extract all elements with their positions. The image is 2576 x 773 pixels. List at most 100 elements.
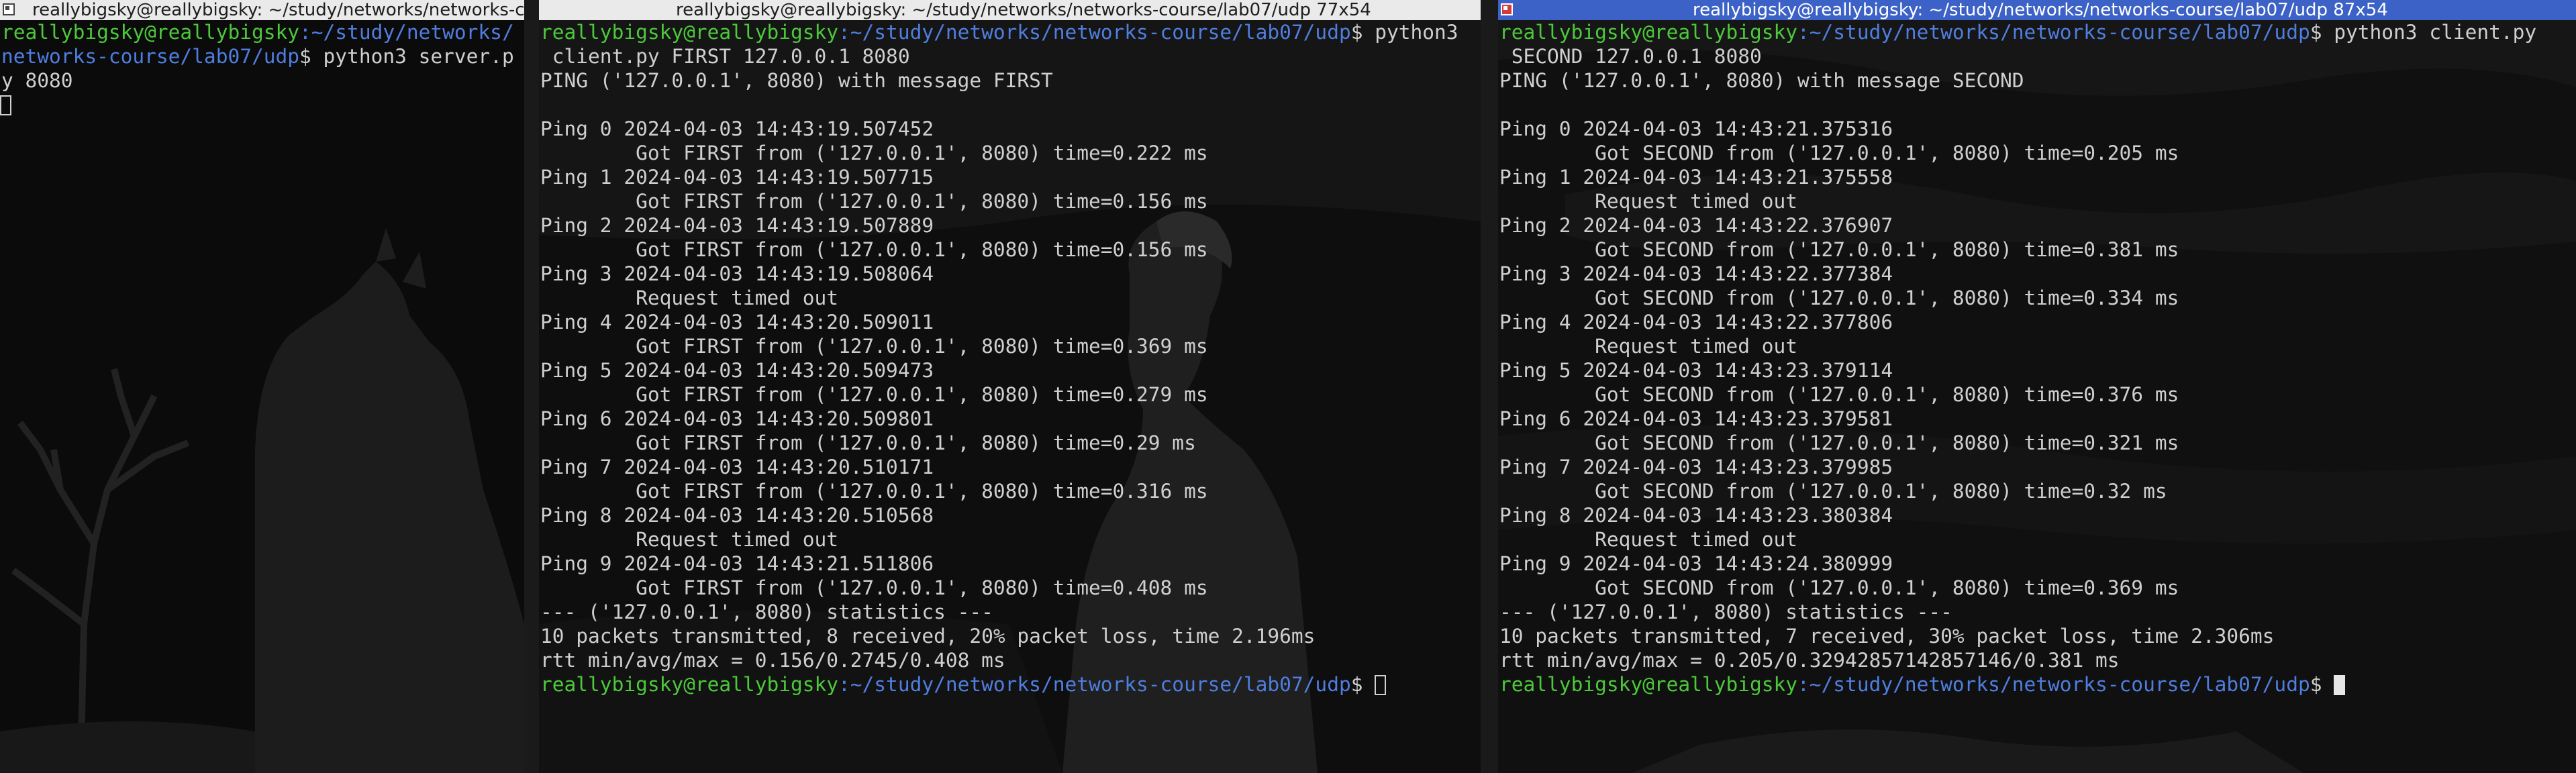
terminal-line: Got FIRST from ('127.0.0.1', 8080) time=… xyxy=(539,238,1481,262)
terminal-line: networks-course/lab07/udp$ python3 serve… xyxy=(0,44,524,68)
terminal-line: Ping 4 2024-04-03 14:43:22.377806 xyxy=(1498,310,2576,334)
terminal-line: rtt min/avg/max = 0.205/0.32942857142857… xyxy=(1498,648,2576,672)
terminal-line: Got FIRST from ('127.0.0.1', 8080) time=… xyxy=(539,431,1481,455)
terminal-line: Ping 0 2024-04-03 14:43:21.375316 xyxy=(1498,117,2576,141)
line-text: Got FIRST from ('127.0.0.1', 8080) time=… xyxy=(540,190,1208,213)
window-titlebar[interactable]: reallybigsky@reallybigsky: ~/study/netwo… xyxy=(539,0,1481,20)
terminal-output[interactable]: reallybigsky@reallybigsky:~/study/networ… xyxy=(0,20,524,773)
terminal-line: PING ('127.0.0.1', 8080) with message FI… xyxy=(539,68,1481,93)
window-divider[interactable] xyxy=(1481,0,1498,773)
terminal-line: 10 packets transmitted, 7 received, 30% … xyxy=(1498,624,2576,648)
terminal-line: Got FIRST from ('127.0.0.1', 8080) time=… xyxy=(539,576,1481,600)
text-cursor xyxy=(2334,675,2346,695)
terminal-line: reallybigsky@reallybigsky:~/study/networ… xyxy=(0,20,524,44)
line-text: Ping 1 2024-04-03 14:43:19.507715 xyxy=(540,166,934,189)
terminal-line: Got FIRST from ('127.0.0.1', 8080) time=… xyxy=(539,189,1481,213)
line-text: Ping 6 2024-04-03 14:43:20.509801 xyxy=(540,407,934,430)
background-tree-silhouette-image xyxy=(0,20,524,773)
line-text: rtt min/avg/max = 0.205/0.32942857142857… xyxy=(1499,649,2120,672)
window-divider[interactable] xyxy=(524,0,539,773)
line-text: Ping 5 2024-04-03 14:43:23.379114 xyxy=(1499,359,1893,382)
terminal-line: y 8080 xyxy=(0,68,524,93)
terminal-line: Request timed out xyxy=(539,527,1481,552)
terminal-line: Request timed out xyxy=(539,286,1481,310)
terminal-line: SECOND 127.0.0.1 8080 xyxy=(1498,44,2576,68)
line-text: client.py FIRST 127.0.0.1 8080 xyxy=(540,45,910,68)
terminal-output[interactable]: reallybigsky@reallybigsky:~/study/networ… xyxy=(539,20,1481,773)
line-text: Got SECOND from ('127.0.0.1', 8080) time… xyxy=(1499,480,2167,503)
line-text: 10 packets transmitted, 8 received, 20% … xyxy=(540,625,1316,648)
terminal-line: Got SECOND from ('127.0.0.1', 8080) time… xyxy=(1498,431,2576,455)
line-text: Got FIRST from ('127.0.0.1', 8080) time=… xyxy=(540,383,1208,406)
line-text: Ping 7 2024-04-03 14:43:20.510171 xyxy=(540,456,934,478)
line-text: Ping 5 2024-04-03 14:43:20.509473 xyxy=(540,359,934,382)
line-text: --- ('127.0.0.1', 8080) statistics --- xyxy=(1499,601,1952,623)
terminal-line: client.py FIRST 127.0.0.1 8080 xyxy=(539,44,1481,68)
prompt-user: reallybigsky@reallybigsky xyxy=(1499,21,1798,44)
terminal-line: Request timed out xyxy=(1498,527,2576,552)
terminal-line: Got FIRST from ('127.0.0.1', 8080) time=… xyxy=(539,141,1481,165)
line-text: Ping 0 2024-04-03 14:43:19.507452 xyxy=(540,117,934,140)
terminal-line: Ping 3 2024-04-03 14:43:22.377384 xyxy=(1498,262,2576,286)
line-text: Ping 0 2024-04-03 14:43:21.375316 xyxy=(1499,117,1893,140)
line-text: Request timed out xyxy=(1499,528,1798,551)
prompt-path: :~/study/networks/networks-course/lab07/… xyxy=(1797,21,2310,44)
line-text: Ping 1 2024-04-03 14:43:21.375558 xyxy=(1499,166,1893,189)
terminal-line: Got SECOND from ('127.0.0.1', 8080) time… xyxy=(1498,141,2576,165)
line-text: Got FIRST from ('127.0.0.1', 8080) time=… xyxy=(540,238,1208,261)
terminal-line: PING ('127.0.0.1', 8080) with message SE… xyxy=(1498,68,2576,93)
terminal-line: Got SECOND from ('127.0.0.1', 8080) time… xyxy=(1498,479,2576,503)
terminal-line: Ping 5 2024-04-03 14:43:20.509473 xyxy=(539,358,1481,382)
line-text: --- ('127.0.0.1', 8080) statistics --- xyxy=(540,601,993,623)
terminal-window-client-first[interactable]: reallybigsky@reallybigsky: ~/study/netwo… xyxy=(539,0,1481,773)
line-text: PING ('127.0.0.1', 8080) with message FI… xyxy=(540,69,1053,92)
terminal-line: Got FIRST from ('127.0.0.1', 8080) time=… xyxy=(539,479,1481,503)
prompt-user: reallybigsky@reallybigsky xyxy=(1,21,300,44)
line-text: Ping 2 2024-04-03 14:43:22.376907 xyxy=(1499,214,1893,237)
line-text: 10 packets transmitted, 7 received, 30% … xyxy=(1499,625,2275,648)
line-text: Ping 4 2024-04-03 14:43:20.509011 xyxy=(540,311,934,333)
line-text: Ping 8 2024-04-03 14:43:23.380384 xyxy=(1499,504,1893,527)
terminal-window-server[interactable]: reallybigsky@reallybigsky: ~/study/netwo… xyxy=(0,0,524,773)
terminal-line: Ping 6 2024-04-03 14:43:23.379581 xyxy=(1498,407,2576,431)
line-text: Request timed out xyxy=(1499,190,1798,213)
terminal-line: reallybigsky@reallybigsky:~/study/networ… xyxy=(1498,20,2576,44)
prompt-path: :~/study/networks/networks-course/lab07/… xyxy=(1797,673,2310,696)
line-text: Got FIRST from ('127.0.0.1', 8080) time=… xyxy=(540,576,1208,599)
line-text: Ping 7 2024-04-03 14:43:23.379985 xyxy=(1499,456,1893,478)
prompt-user: reallybigsky@reallybigsky xyxy=(1499,673,1798,696)
line-text: Got SECOND from ('127.0.0.1', 8080) time… xyxy=(1499,383,2179,406)
terminal-line: 10 packets transmitted, 8 received, 20% … xyxy=(539,624,1481,648)
line-text: $ xyxy=(2310,673,2334,696)
terminal-line: Ping 9 2024-04-03 14:43:24.380999 xyxy=(1498,552,2576,576)
window-titlebar[interactable]: reallybigsky@reallybigsky: ~/study/netwo… xyxy=(0,0,524,20)
terminal-window-client-second[interactable]: reallybigsky@reallybigsky: ~/study/netwo… xyxy=(1498,0,2576,773)
terminal-line: --- ('127.0.0.1', 8080) statistics --- xyxy=(1498,600,2576,624)
prompt-path: networks-course/lab07/udp xyxy=(1,45,300,68)
line-text: $ python3 client.py xyxy=(2310,21,2537,44)
terminal-line: Ping 0 2024-04-03 14:43:19.507452 xyxy=(539,117,1481,141)
line-text: SECOND 127.0.0.1 8080 xyxy=(1499,45,1762,68)
prompt-user: reallybigsky@reallybigsky xyxy=(540,21,839,44)
line-text: Got SECOND from ('127.0.0.1', 8080) time… xyxy=(1499,238,2179,261)
text-cursor xyxy=(1375,675,1387,695)
terminal-line: Ping 2 2024-04-03 14:43:22.376907 xyxy=(1498,213,2576,238)
line-text: Got FIRST from ('127.0.0.1', 8080) time=… xyxy=(540,431,1196,454)
line-text: Ping 6 2024-04-03 14:43:23.379581 xyxy=(1499,407,1893,430)
line-text: Ping 9 2024-04-03 14:43:24.380999 xyxy=(1499,552,1893,575)
terminal-output[interactable]: reallybigsky@reallybigsky:~/study/networ… xyxy=(1498,20,2576,773)
window-title: reallybigsky@reallybigsky: ~/study/netwo… xyxy=(676,0,1371,20)
terminal-line: --- ('127.0.0.1', 8080) statistics --- xyxy=(539,600,1481,624)
terminal-line: Ping 7 2024-04-03 14:43:23.379985 xyxy=(1498,455,2576,479)
line-text: Got SECOND from ('127.0.0.1', 8080) time… xyxy=(1499,287,2179,309)
line-text: Ping 8 2024-04-03 14:43:20.510568 xyxy=(540,504,934,527)
terminal-line: Ping 5 2024-04-03 14:43:23.379114 xyxy=(1498,358,2576,382)
terminal-line: Ping 2 2024-04-03 14:43:19.507889 xyxy=(539,213,1481,238)
terminal-line: Request timed out xyxy=(1498,334,2576,358)
line-text: Got SECOND from ('127.0.0.1', 8080) time… xyxy=(1499,431,2179,454)
line-text: Got SECOND from ('127.0.0.1', 8080) time… xyxy=(1499,576,2179,599)
window-titlebar[interactable]: reallybigsky@reallybigsky: ~/study/netwo… xyxy=(1498,0,2576,20)
terminal-line: Ping 8 2024-04-03 14:43:23.380384 xyxy=(1498,503,2576,527)
